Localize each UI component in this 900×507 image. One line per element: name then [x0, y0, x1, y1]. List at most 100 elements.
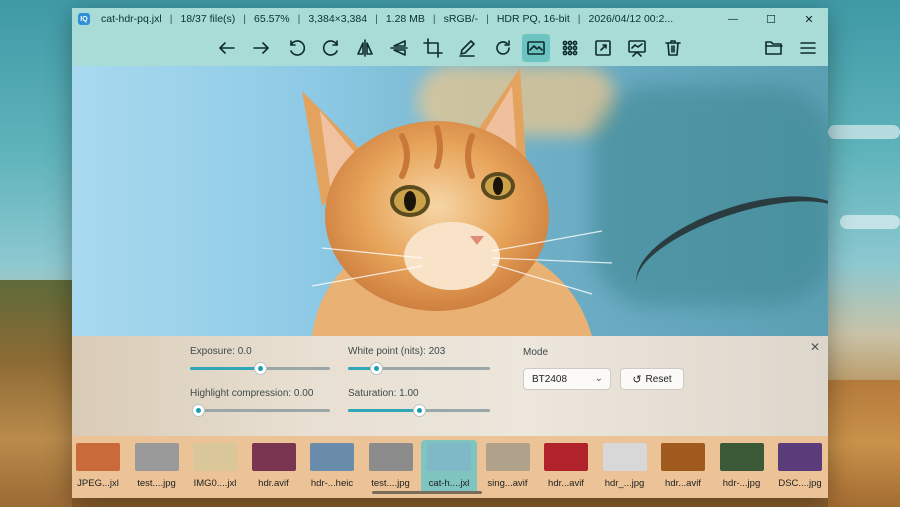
title-bar[interactable]: IQ cat-hdr-pq.jxl | 18/37 file(s) | 65.5… — [72, 8, 828, 30]
thumbnail-label: hdr...avif — [548, 478, 584, 489]
crop-icon — [423, 38, 443, 58]
flip-horizontal-icon — [357, 39, 373, 57]
filmstrip-item[interactable]: JPEG...jxl — [72, 440, 126, 494]
separator: | — [243, 13, 247, 25]
saturation-label: Saturation: 1.00 — [348, 388, 419, 399]
back-button[interactable] — [213, 34, 241, 62]
slider-fill — [348, 409, 419, 412]
thumbnail-image — [778, 443, 822, 471]
trash-icon — [665, 40, 681, 56]
mode-label: Mode — [523, 347, 549, 358]
thumbnail-image — [368, 443, 413, 471]
refresh-button[interactable] — [489, 34, 517, 62]
fullscreen-button[interactable] — [589, 34, 617, 62]
reset-button[interactable]: ↺ Reset — [620, 368, 684, 390]
separator: | — [169, 13, 173, 25]
thumbnail-label: test....jpg — [371, 478, 410, 489]
refresh-icon — [496, 40, 510, 55]
separator: | — [297, 13, 301, 25]
close-panel-button[interactable]: ✕ — [810, 340, 820, 354]
toolbar — [72, 32, 828, 64]
reset-icon: ↺ — [632, 373, 642, 386]
desktop-background-left — [0, 280, 72, 507]
separator: | — [375, 13, 378, 25]
filmstrip-item[interactable]: cat-h....jxl — [421, 440, 477, 494]
filmstrip-item[interactable]: IMG0....jxl — [187, 440, 243, 494]
delete-button[interactable] — [659, 34, 687, 62]
flip-horizontal-button[interactable] — [351, 34, 379, 62]
flip-vertical-icon — [390, 40, 408, 56]
thumbnail-image — [719, 443, 764, 471]
filmstrip-item[interactable]: hdr...avif — [655, 440, 711, 494]
slider-fill — [190, 367, 260, 370]
slider-thumb[interactable] — [413, 404, 426, 417]
file-size: 1.28 MB — [385, 13, 425, 25]
thumbnail-image — [427, 443, 471, 471]
edit-button[interactable] — [453, 34, 481, 62]
image-dimensions: 3,384×3,384 — [308, 13, 368, 25]
window-controls: — ☐ ✕ — [714, 8, 828, 30]
rotate-right-button[interactable] — [317, 34, 345, 62]
thumbnail-image — [310, 443, 354, 471]
thumbnail-label: DSC....jpg — [778, 478, 822, 489]
main-menu-button[interactable] — [794, 34, 822, 62]
zoom-level: 65.57% — [254, 13, 290, 25]
filmstrip-item[interactable]: hdr-...jpg — [714, 440, 770, 494]
rotate-left-icon — [290, 40, 306, 56]
thumbnail-label: sing...avif — [487, 478, 528, 489]
image-canvas[interactable] — [72, 66, 828, 336]
grid-icon — [562, 40, 578, 56]
hamburger-menu-icon — [800, 42, 816, 54]
maximize-button[interactable]: ☐ — [752, 8, 790, 30]
thumbnail-label: hdr_...jpg — [604, 478, 645, 489]
exposure-label: Exposure: 0.0 — [190, 346, 252, 357]
flip-vertical-button[interactable] — [385, 34, 413, 62]
minimize-button[interactable]: — — [714, 8, 752, 30]
slider-track — [198, 409, 330, 412]
grid-view-button[interactable] — [556, 34, 584, 62]
filmstrip-item[interactable]: test....jpg — [363, 440, 419, 494]
mode-dropdown[interactable]: BT2408 ⌄ — [523, 368, 611, 390]
filmstrip-item[interactable]: hdr.avif — [246, 440, 302, 494]
thumbnail-image — [134, 443, 179, 471]
separator: | — [486, 13, 489, 25]
filmstrip-item[interactable]: DSC....jpg — [772, 440, 828, 494]
chevron-down-icon: ⌄ — [594, 373, 603, 384]
thumbnail-label: test....jpg — [137, 478, 176, 489]
filmstrip-scrollbar[interactable] — [372, 491, 482, 494]
close-window-button[interactable]: ✕ — [790, 8, 828, 30]
thumbnail-label: cat-h....jxl — [428, 478, 470, 489]
pencil-icon — [459, 40, 475, 57]
highlight-compression-label: Highlight compression: 0.00 — [190, 388, 314, 399]
filmstrip-item[interactable]: hdr...avif — [538, 440, 594, 494]
image-viewer-window: IQ cat-hdr-pq.jxl | 18/37 file(s) | 65.5… — [72, 8, 828, 498]
filmstrip-item[interactable]: test....jpg — [129, 440, 185, 494]
reset-label: Reset — [645, 373, 672, 385]
slider-thumb[interactable] — [370, 362, 384, 375]
image-adjust-button[interactable] — [522, 34, 550, 62]
crop-button[interactable] — [419, 34, 447, 62]
thumbnail-image — [193, 443, 237, 471]
thumbnail-label: hdr-...jpg — [722, 478, 761, 489]
forward-button[interactable] — [247, 34, 275, 62]
thumbnail-image — [602, 443, 647, 471]
slider-thumb[interactable] — [254, 362, 267, 375]
thumbnail-image — [76, 443, 120, 471]
open-folder-button[interactable] — [760, 34, 788, 62]
folder-icon — [765, 41, 783, 55]
highlight-compression-slider[interactable] — [192, 404, 330, 417]
slider-thumb[interactable] — [192, 404, 205, 417]
color-profile: sRGB/- — [443, 13, 479, 25]
white-point-label: White point (nits): 203 — [348, 346, 446, 357]
white-point-slider[interactable] — [348, 362, 490, 375]
filmstrip-item[interactable]: hdr_...jpg — [597, 440, 653, 494]
filmstrip-item[interactable]: sing...avif — [480, 440, 536, 494]
thumbnail-image — [485, 443, 530, 471]
exposure-slider[interactable] — [190, 362, 330, 375]
filmstrip-item[interactable]: hdr-...heic — [304, 440, 360, 494]
slideshow-button[interactable] — [623, 34, 651, 62]
thumbnail-label: IMG0....jxl — [193, 478, 237, 489]
saturation-slider[interactable] — [348, 404, 490, 417]
rotate-left-button[interactable] — [283, 34, 311, 62]
thumbnail-image — [251, 443, 296, 471]
